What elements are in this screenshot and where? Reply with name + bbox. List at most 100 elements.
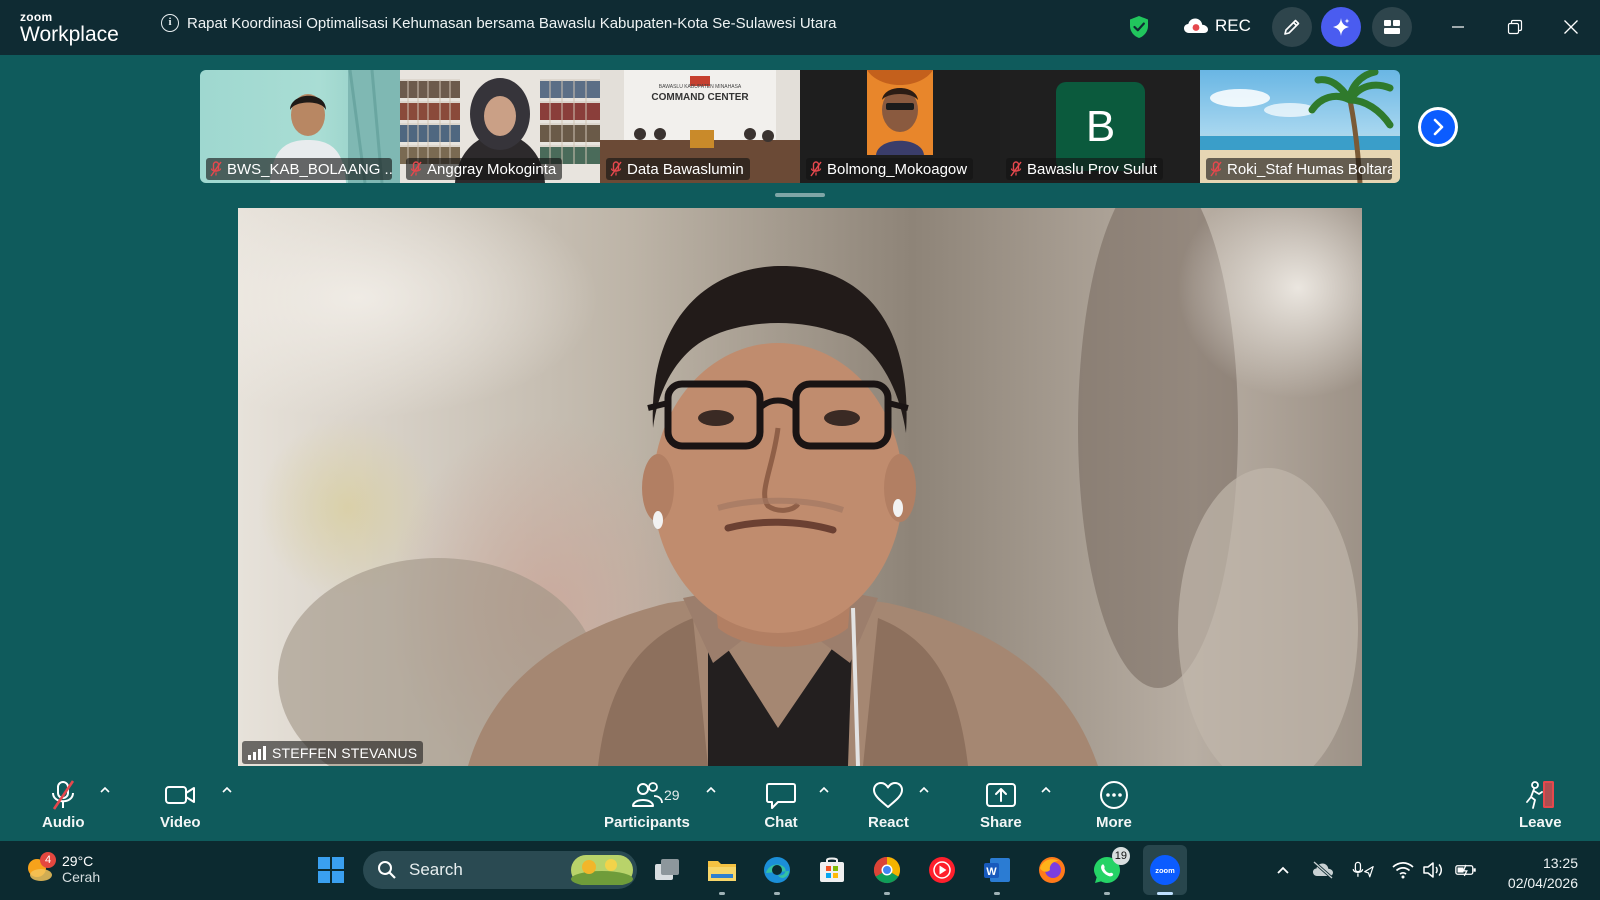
meeting-controls: Audio Video Participants 29 Chat React S… xyxy=(0,766,1600,841)
clock-time: 13:25 xyxy=(1542,855,1578,871)
minimize-button[interactable] xyxy=(1443,12,1473,42)
speaker-volume-icon xyxy=(1423,862,1442,878)
audio-button[interactable]: Audio xyxy=(42,780,85,831)
firefox-button[interactable] xyxy=(1035,853,1069,887)
restore-button[interactable] xyxy=(1500,12,1530,42)
word-icon: W xyxy=(984,858,1010,882)
chat-options-caret[interactable] xyxy=(816,782,832,798)
signal-strength-icon xyxy=(248,745,266,760)
apps-grid-icon xyxy=(1384,20,1400,34)
participant-thumbnail[interactable]: Anggray Mokoginta xyxy=(400,70,600,183)
share-options-caret[interactable] xyxy=(1038,782,1054,798)
show-hidden-icons-button[interactable] xyxy=(1272,859,1294,881)
video-button[interactable]: Video xyxy=(160,780,201,831)
brand-small: zoom xyxy=(20,10,53,24)
close-button[interactable] xyxy=(1556,12,1586,42)
participant-thumbnail[interactable]: COMMAND CENTER BAWASLU KABUPATEN MINAHAS… xyxy=(600,70,800,183)
annotate-button[interactable] xyxy=(1272,7,1312,47)
word-button[interactable]: W xyxy=(980,853,1014,895)
more-button[interactable]: More xyxy=(1096,780,1132,831)
share-button[interactable]: Share xyxy=(980,780,1022,831)
video-options-caret[interactable] xyxy=(219,782,235,798)
wifi-tray[interactable] xyxy=(1392,859,1414,881)
svg-text:zoom: zoom xyxy=(1155,866,1175,875)
leave-button[interactable]: Leave xyxy=(1519,780,1562,831)
search-icon xyxy=(378,861,396,879)
participant-thumbnail[interactable]: Roki_Staf Humas Boltara xyxy=(1200,70,1400,183)
folder-icon xyxy=(708,861,736,881)
onedrive-tray-button[interactable] xyxy=(1312,859,1334,881)
play-circle-icon xyxy=(929,857,955,883)
command-center-caption: COMMAND CENTER xyxy=(651,92,749,103)
info-icon[interactable]: i xyxy=(161,14,179,32)
next-page-button[interactable] xyxy=(1418,107,1458,147)
mic-in-use-icon xyxy=(1352,861,1374,878)
shield-icon[interactable] xyxy=(1128,15,1150,39)
mic-location-tray[interactable] xyxy=(1352,859,1374,881)
video-label: Video xyxy=(160,814,201,831)
title-bar: zoom Workplace i Rapat Koordinasi Optima… xyxy=(0,0,1600,55)
mic-muted-icon xyxy=(610,161,622,177)
volume-tray[interactable] xyxy=(1422,859,1444,881)
share-screen-icon xyxy=(985,783,1016,807)
leave-door-icon xyxy=(1526,781,1555,809)
task-view-button[interactable] xyxy=(650,853,684,887)
audio-options-caret[interactable] xyxy=(97,782,113,798)
meeting-title: Rapat Koordinasi Optimalisasi Kehumasan … xyxy=(187,15,837,32)
svg-text:W: W xyxy=(986,866,997,878)
taskbar-search[interactable]: Search xyxy=(363,851,637,889)
ai-companion-button[interactable] xyxy=(1321,7,1361,47)
participant-thumbnail[interactable]: BWS_KAB_BOLAANG ... xyxy=(200,70,400,183)
participant-name-tag: Data Bawaslumin xyxy=(606,158,750,180)
battery-tray[interactable] xyxy=(1455,859,1477,881)
participant-thumbnail[interactable]: B Bawaslu Prov Sulut xyxy=(1000,70,1200,183)
mic-muted-icon xyxy=(1210,161,1222,177)
strip-resize-handle[interactable] xyxy=(775,193,825,197)
chevron-up-icon xyxy=(1277,866,1289,874)
participant-name: Anggray Mokoginta xyxy=(427,160,557,178)
react-label: React xyxy=(868,814,909,831)
running-indicator xyxy=(884,892,890,895)
running-indicator xyxy=(994,892,1000,895)
audio-label: Audio xyxy=(42,814,85,831)
windows-logo-icon xyxy=(318,857,344,883)
participants-icon xyxy=(631,782,663,807)
apps-button[interactable] xyxy=(1372,7,1412,47)
participants-label: Participants xyxy=(604,814,690,831)
running-indicator xyxy=(1104,892,1110,895)
store-button[interactable] xyxy=(815,853,849,887)
participants-options-caret[interactable] xyxy=(703,782,719,798)
chrome-button[interactable] xyxy=(870,853,904,895)
chat-button[interactable]: Chat xyxy=(764,780,798,831)
recording-indicator[interactable]: REC xyxy=(1183,16,1251,36)
react-options-caret[interactable] xyxy=(916,782,932,798)
more-dots-icon xyxy=(1099,781,1128,809)
mic-muted-icon xyxy=(810,161,822,177)
react-button[interactable]: React xyxy=(868,780,909,831)
file-explorer-button[interactable] xyxy=(705,853,739,895)
participant-name: Bawaslu Prov Sulut xyxy=(1027,160,1158,178)
zoom-taskbar-button[interactable]: zoom xyxy=(1148,853,1182,895)
start-button[interactable] xyxy=(314,853,348,887)
whatsapp-button[interactable]: 19 xyxy=(1090,847,1130,895)
microsoft-store-icon xyxy=(820,857,844,882)
chrome-browser-icon xyxy=(873,856,901,884)
weather-widget[interactable]: 4 29°C Cerah xyxy=(24,852,101,885)
participant-thumbnail[interactable]: Bolmong_Mokoagow xyxy=(800,70,1000,183)
brand-large: Workplace xyxy=(20,23,119,46)
edge-button[interactable] xyxy=(760,853,794,895)
youtube-music-button[interactable] xyxy=(925,853,959,887)
participant-name: BWS_KAB_BOLAANG ... xyxy=(227,160,392,178)
cloud-off-icon xyxy=(1313,861,1333,879)
running-indicator xyxy=(719,892,725,895)
rec-label: REC xyxy=(1215,16,1251,35)
system-clock[interactable]: 13:25 02/04/2026 xyxy=(1508,853,1578,893)
more-label: More xyxy=(1096,814,1132,831)
weather-temp: 29°C xyxy=(62,853,94,869)
participant-name: Roki_Staf Humas Boltara xyxy=(1227,160,1392,178)
sparkle-icon xyxy=(1333,18,1350,36)
running-indicator xyxy=(1157,892,1173,895)
weather-desc: Cerah xyxy=(62,869,101,885)
search-placeholder: Search xyxy=(409,860,463,879)
whatsapp-badge: 19 xyxy=(1111,847,1130,865)
